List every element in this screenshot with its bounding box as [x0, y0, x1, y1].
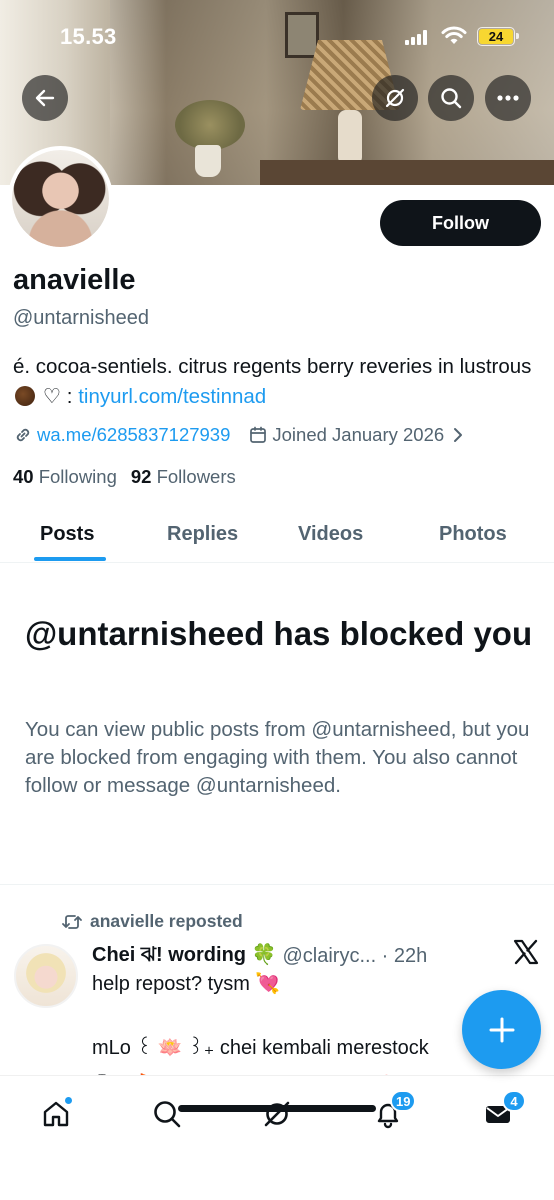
calendar-icon [250, 426, 267, 443]
x-logo-icon [513, 939, 539, 965]
tab-videos[interactable]: Videos [298, 505, 363, 563]
post-text-line2: mLo ꒰ 🪷 ꒱₊ chei kembali merestock [92, 1037, 429, 1059]
website-link[interactable]: wa.me/6285837127939 [37, 424, 230, 446]
profile-handle: @untarnisheed [13, 307, 149, 329]
grok-button[interactable] [372, 75, 418, 121]
follow-button[interactable]: Follow [380, 200, 541, 246]
notifications-badge: 19 [390, 1090, 417, 1112]
following-label: Following [38, 466, 117, 487]
bio-text: é. cocoa-sentiels. citrus regents berry … [13, 355, 532, 378]
active-tab-indicator [34, 557, 106, 561]
banner-lampbase [338, 110, 362, 165]
compose-button[interactable] [462, 990, 541, 1069]
repost-label: anavielle reposted [90, 911, 243, 931]
bio-suffix: ♡ : [42, 385, 73, 408]
coconut-emoji-icon [15, 386, 35, 406]
battery-level: 24 [479, 29, 513, 44]
blocked-message: You can view public posts from @untarnis… [25, 718, 530, 797]
banner-plant [175, 100, 245, 150]
profile-tabs: Posts Replies Videos Photos [0, 505, 554, 563]
post-header: Chei ঝ! wording 🍀 @clairyc... · 22h [92, 940, 427, 973]
more-dots-icon [497, 95, 519, 101]
nav-home[interactable] [36, 1094, 76, 1134]
section-divider [0, 884, 554, 885]
following-count-link[interactable]: 40 Following [13, 466, 117, 488]
search-icon [154, 1101, 181, 1128]
nav-notifications[interactable]: 19 [368, 1090, 417, 1134]
post-text: help repost? tysm [92, 973, 250, 995]
search-button[interactable] [428, 75, 474, 121]
profile-avatar[interactable] [8, 146, 113, 251]
back-button[interactable] [22, 75, 68, 121]
follow-counts: 40 Following 92 Followers [13, 466, 236, 488]
repost-indicator: anavielle reposted [62, 911, 243, 932]
post-text-line1: help repost? tysm 💘 [92, 971, 280, 996]
display-name: anavielle [13, 264, 136, 296]
joined-date: Joined January 2026 [272, 424, 445, 445]
nav-search[interactable] [147, 1094, 187, 1134]
arrow-left-icon [35, 89, 55, 107]
post-author-avatar[interactable] [14, 944, 78, 1008]
chevron-right-icon[interactable] [450, 426, 466, 444]
heart-arrow-emoji: 💘 [255, 973, 281, 995]
repost-icon [62, 914, 82, 929]
profile-meta: wa.me/6285837127939 Joined January 2026 [13, 424, 470, 446]
grok-icon [264, 1101, 290, 1127]
plus-icon [489, 1017, 514, 1042]
wifi-icon [441, 26, 467, 44]
status-bar: 15.53 24 [0, 0, 554, 70]
banner-desk [260, 160, 554, 185]
status-time: 15.53 [60, 24, 117, 49]
link-icon [16, 428, 30, 442]
battery-icon: 24 [477, 27, 519, 46]
banner-vase [195, 145, 221, 177]
tab-replies[interactable]: Replies [167, 505, 238, 563]
post-author-handle: @clairyc... · 22h [282, 945, 428, 967]
messages-badge: 4 [502, 1090, 526, 1112]
followers-count: 92 [130, 466, 152, 487]
followers-count-link[interactable]: 92 Followers [131, 466, 236, 488]
home-unread-dot [64, 1096, 73, 1105]
nav-grok[interactable] [257, 1094, 297, 1134]
home-indicator [178, 1105, 376, 1112]
blocked-title: @untarnisheed has blocked you [25, 615, 533, 652]
tab-photos[interactable]: Photos [439, 505, 507, 563]
bio-link[interactable]: tinyurl.com/testinnad [78, 385, 266, 408]
post-author-name[interactable]: Chei ঝ! wording 🍀 [92, 940, 276, 973]
bottom-navigation: 19 4 [0, 1075, 554, 1200]
followers-label: Followers [156, 466, 236, 487]
grok-icon [385, 88, 405, 108]
search-icon [441, 88, 462, 109]
tab-posts[interactable]: Posts [40, 505, 94, 563]
profile-bio: é. cocoa-sentiels. citrus regents berry … [13, 352, 533, 412]
following-count: 40 [13, 466, 34, 487]
nav-messages[interactable]: 4 [478, 1090, 526, 1134]
more-options-button[interactable] [485, 75, 531, 121]
cellular-signal-icon [405, 30, 427, 45]
